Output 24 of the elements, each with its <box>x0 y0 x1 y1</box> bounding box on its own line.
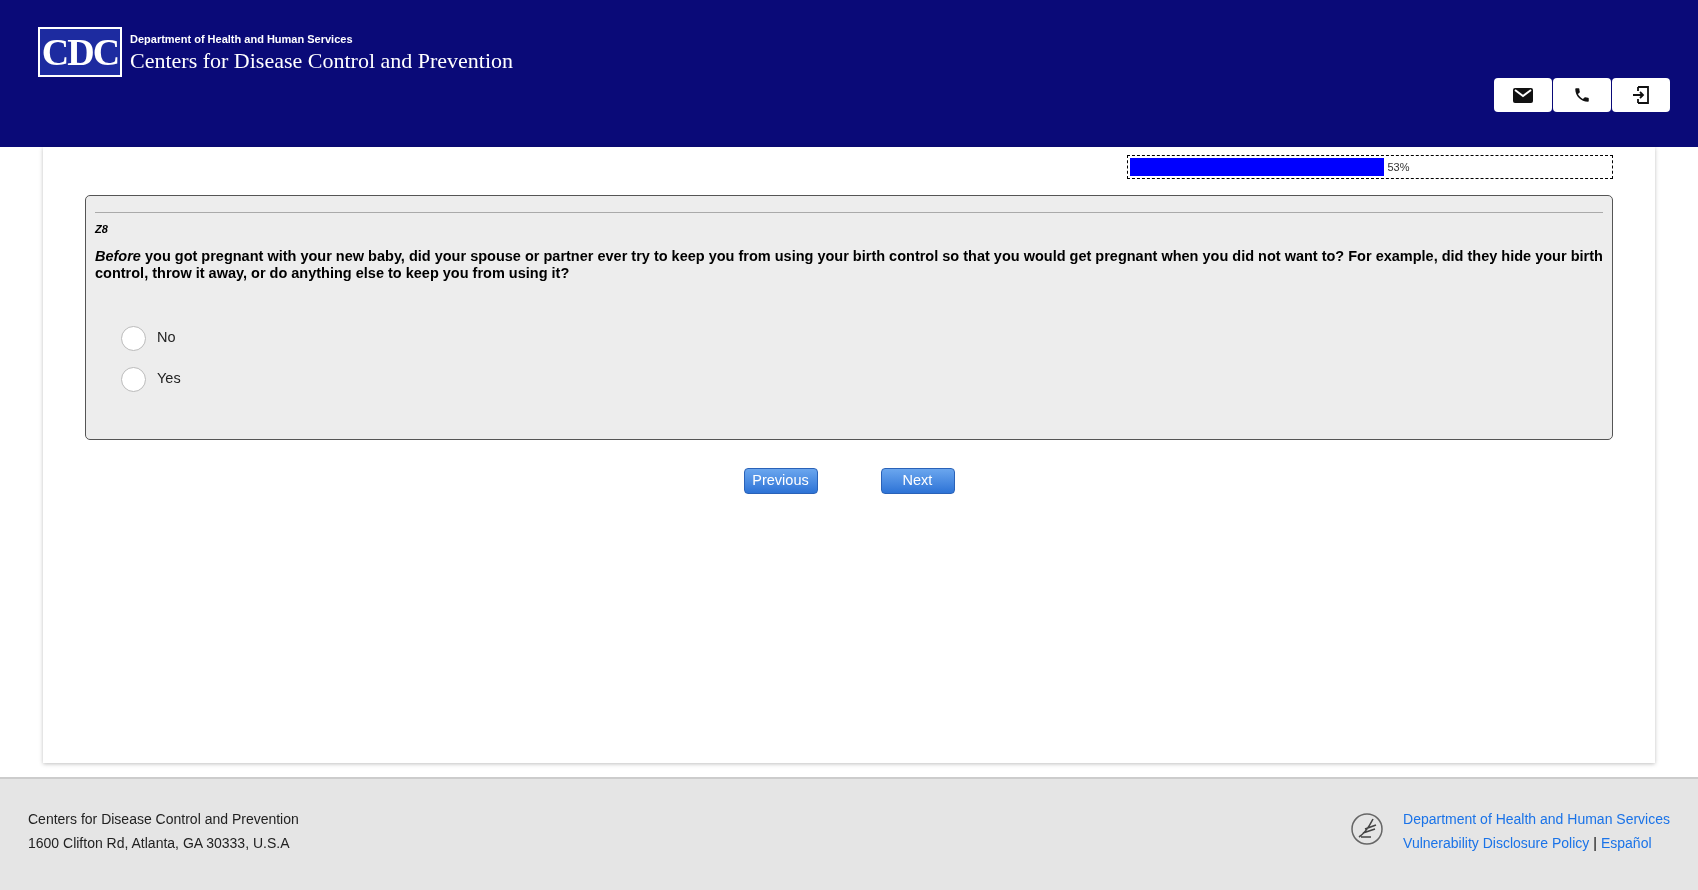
exit-button[interactable] <box>1612 78 1670 112</box>
option-label: Yes <box>157 369 181 389</box>
sign-in-icon <box>1632 86 1650 104</box>
radio-button[interactable] <box>121 366 146 392</box>
question-text: Before you got pregnant with your new baby, did your spouse or partner ever try to keep you from using your birth control so that you would get pregnant when you did not want to? For example, did they hide your birth control, throw it away, or do anything else to keep you from using it? <box>95 247 1603 282</box>
progress-percent: 53% <box>1387 159 1410 175</box>
department-name: Department of Health and Human Services <box>130 33 354 47</box>
next-button[interactable]: Next <box>880 468 955 494</box>
phone-button[interactable] <box>1553 78 1611 112</box>
agency-name: Centers for Disease Control and Prevention <box>130 46 514 75</box>
address-line: Centers for Disease Control and Prevention <box>28 810 299 829</box>
question-number: Z8 <box>95 222 109 237</box>
address-line: 1600 Clifton Rd, Atlanta, GA 30333, U.S.A <box>28 834 291 853</box>
previous-button[interactable]: Previous <box>743 468 818 494</box>
cdc-logo: CDC <box>38 27 122 77</box>
envelope-icon <box>1513 87 1533 103</box>
vulnerability-policy-link[interactable]: Vulnerability Disclosure Policy <box>1403 833 1590 854</box>
spanish-link[interactable]: Español <box>1600 833 1652 854</box>
email-button[interactable] <box>1494 78 1552 112</box>
hhs-link[interactable]: Department of Health and Human Services <box>1403 809 1670 830</box>
radio-button[interactable] <box>121 325 146 351</box>
phone-icon <box>1573 86 1591 104</box>
link-separator: | <box>1593 834 1597 853</box>
option-label: No <box>157 328 176 348</box>
